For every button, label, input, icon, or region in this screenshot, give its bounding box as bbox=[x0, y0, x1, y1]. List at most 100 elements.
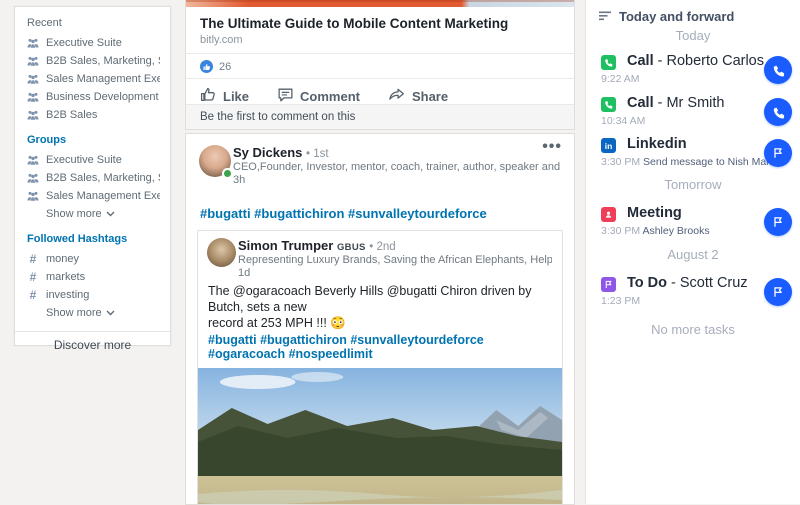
task-subject: - Roberto Carlos bbox=[653, 53, 764, 69]
comment-label: Comment bbox=[300, 88, 360, 104]
hashtag-item-label: markets bbox=[46, 271, 86, 283]
date-separator-tomorrow: Tomorrow bbox=[664, 177, 722, 192]
groups-show-more[interactable]: Show more bbox=[27, 205, 160, 223]
video-player[interactable]: 0:01 / 0:22 bbox=[198, 368, 562, 504]
call-icon bbox=[601, 55, 616, 70]
task-type: To Do bbox=[627, 275, 667, 291]
group-item[interactable]: Sales Management Executives bbox=[27, 187, 160, 205]
comment-prompt[interactable]: Be the first to comment on this bbox=[186, 104, 574, 129]
recent-item-label: Sales Management Executives bbox=[46, 73, 160, 85]
recent-item[interactable]: Business Development - The... bbox=[27, 88, 160, 106]
task-item-todo[interactable]: To Do - Scott Cruz 1:23 PM bbox=[601, 275, 760, 311]
flag-action-button[interactable] bbox=[764, 139, 792, 167]
group-icon bbox=[27, 191, 39, 202]
reshared-author-headline: Representing Luxury Brands, Saving the A… bbox=[238, 254, 552, 266]
recent-item[interactable]: B2B Sales bbox=[27, 106, 160, 124]
linkedin-icon: in bbox=[601, 138, 616, 153]
chevron-down-icon bbox=[106, 310, 115, 316]
hashtag-item[interactable]: # markets bbox=[27, 268, 160, 286]
hashtag-icon: # bbox=[29, 270, 37, 284]
meeting-person-icon bbox=[601, 207, 616, 222]
task-item-linkedin[interactable]: in Linkedin 3:30 PM Send message to Nish… bbox=[601, 136, 784, 172]
call-action-button[interactable] bbox=[764, 56, 792, 84]
group-icon bbox=[27, 92, 39, 103]
reshared-author-name[interactable]: Simon Trumper bbox=[238, 238, 333, 253]
group-icon bbox=[27, 173, 39, 184]
comment-button[interactable]: Comment bbox=[277, 86, 360, 106]
hashtag-item-label: investing bbox=[46, 289, 90, 301]
task-item-call-smith[interactable]: Call - Mr Smith 10:34 AM bbox=[601, 95, 760, 131]
share-label: Share bbox=[411, 88, 449, 104]
tasks-panel-header[interactable]: Today and forward bbox=[599, 9, 734, 24]
date-separator-today: Today bbox=[675, 28, 711, 43]
hashtag-item-label: money bbox=[46, 253, 80, 265]
like-reaction-icon bbox=[200, 60, 213, 73]
groups-title[interactable]: Groups bbox=[27, 134, 160, 146]
post-options-icon[interactable]: ••• bbox=[542, 138, 562, 156]
hashtags-show-more[interactable]: Show more bbox=[27, 304, 160, 322]
flag-action-button[interactable] bbox=[764, 208, 792, 236]
reactions-row[interactable]: 26 bbox=[186, 54, 574, 79]
like-button[interactable]: Like bbox=[200, 86, 249, 106]
link-post-domain: bitly.com bbox=[186, 31, 574, 54]
group-item[interactable]: B2B Sales, Marketing, Social ... bbox=[27, 169, 160, 187]
group-item-label: Sales Management Executives bbox=[46, 190, 160, 202]
group-item-label: B2B Sales, Marketing, Social ... bbox=[46, 172, 160, 184]
link-post-image[interactable] bbox=[186, 0, 574, 7]
group-item-label: Executive Suite bbox=[46, 154, 122, 166]
reshared-post-text-line2: record at 253 MPH !!! 😳 bbox=[208, 316, 346, 330]
thumbs-up-icon bbox=[200, 86, 217, 106]
post-header: Sy Dickens • 1st CEO,Founder, Investor, … bbox=[186, 134, 574, 201]
recent-item-label: Business Development - The... bbox=[46, 91, 160, 103]
group-icon bbox=[27, 110, 39, 121]
recent-item[interactable]: Executive Suite bbox=[27, 34, 160, 52]
task-time: 9:22 AM bbox=[601, 73, 640, 85]
call-action-button[interactable] bbox=[764, 98, 792, 126]
discover-more-button[interactable]: Discover more bbox=[15, 331, 170, 358]
task-item-call-roberto[interactable]: Call - Roberto Carlos 9:22 AM bbox=[601, 53, 764, 89]
recent-item-label: B2B Sales bbox=[46, 109, 98, 121]
avatar[interactable] bbox=[199, 145, 233, 179]
reshared-post-header: Simon Trumper GBUS • 2nd Representing Lu… bbox=[198, 231, 562, 279]
connection-degree: • 2nd bbox=[369, 241, 396, 253]
post-hashtags[interactable]: #bugatti #bugattichiron #sunvalleytourde… bbox=[186, 201, 574, 221]
recent-item[interactable]: Sales Management Executives bbox=[27, 70, 160, 88]
left-sidebar: Recent Executive Suite B2B Sales, Market… bbox=[14, 6, 171, 352]
reshared-post-card[interactable]: Simon Trumper GBUS • 2nd Representing Lu… bbox=[197, 230, 563, 504]
task-type: Linkedin bbox=[627, 136, 687, 152]
task-item-meeting[interactable]: Meeting 3:30 PM Ashley Brooks bbox=[601, 205, 760, 241]
todo-flag-icon bbox=[601, 277, 616, 292]
video-thumbnail bbox=[198, 368, 562, 504]
flag-action-button[interactable] bbox=[764, 278, 792, 306]
task-time: 10:34 AM bbox=[601, 115, 646, 127]
chevron-down-icon bbox=[106, 211, 115, 217]
group-icon bbox=[27, 38, 39, 49]
task-description: Send message to Nish Mahen bbox=[643, 156, 784, 168]
call-icon bbox=[601, 97, 616, 112]
task-time: 3:30 PM bbox=[601, 225, 641, 237]
no-more-tasks-label: No more tasks bbox=[651, 322, 735, 337]
recent-title: Recent bbox=[27, 17, 62, 29]
task-description: Ashley Brooks bbox=[642, 225, 710, 237]
share-button[interactable]: Share bbox=[388, 86, 448, 106]
post-time: 3h bbox=[233, 174, 246, 186]
online-presence-badge bbox=[222, 168, 233, 179]
reshared-post-time: 1d bbox=[238, 267, 251, 279]
recent-item[interactable]: B2B Sales, Marketing, Social ... bbox=[27, 52, 160, 70]
task-subject: - Scott Cruz bbox=[667, 275, 748, 291]
task-time: 3:30 PM bbox=[601, 156, 641, 168]
reshared-post-hashtags[interactable]: #bugatti #bugattichiron #sunvalleytourde… bbox=[198, 331, 562, 368]
filter-sort-icon bbox=[599, 9, 612, 24]
date-separator-august-2: August 2 bbox=[667, 247, 719, 262]
author-headline: CEO,Founder, Investor, mentor, coach, tr… bbox=[233, 161, 560, 173]
link-post-title[interactable]: The Ultimate Guide to Mobile Content Mar… bbox=[186, 7, 574, 31]
task-time: 1:23 PM bbox=[601, 295, 641, 307]
hashtag-item[interactable]: # money bbox=[27, 250, 160, 268]
group-item[interactable]: Executive Suite bbox=[27, 151, 160, 169]
connection-degree: • 1st bbox=[306, 148, 329, 160]
author-name[interactable]: Sy Dickens bbox=[233, 145, 302, 160]
share-post-card: Sy Dickens • 1st CEO,Founder, Investor, … bbox=[185, 133, 575, 505]
followed-hashtags-title[interactable]: Followed Hashtags bbox=[27, 233, 160, 245]
hashtag-item[interactable]: # investing bbox=[27, 286, 160, 304]
avatar[interactable] bbox=[207, 238, 236, 267]
